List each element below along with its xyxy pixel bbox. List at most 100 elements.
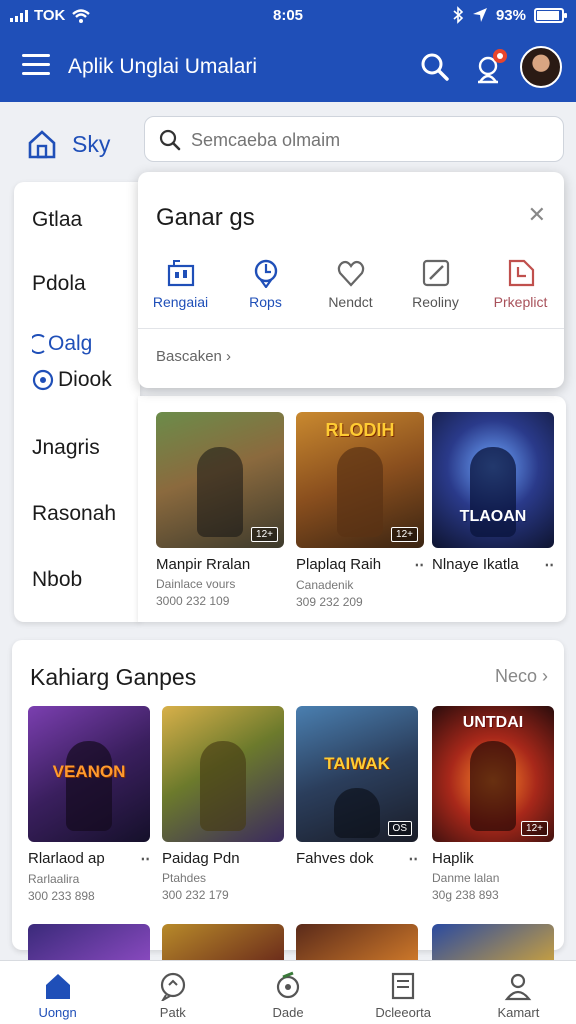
more-options-icon[interactable]: ⋅⋅: [140, 850, 150, 868]
game-meta: 3000 232 109: [156, 594, 230, 608]
app-title: Aplik Unglai Umalari: [68, 55, 258, 78]
notification-icon[interactable]: [474, 46, 510, 86]
tab-documents[interactable]: Dcleeorta: [346, 961, 461, 1024]
see-all-label: Neco: [494, 666, 537, 686]
tab-label: Uongn: [38, 1005, 77, 1020]
popup-more-label: Bascaken: [156, 348, 222, 365]
menu-icon[interactable]: [22, 54, 50, 78]
game-subtitle: Dainlace vours: [156, 577, 236, 591]
document-icon: [392, 972, 415, 1000]
game-card[interactable]: VEANON Rlarlaod ap ⋅⋅ Rarlaalira 300 233 …: [28, 706, 150, 903]
category-rengaiai[interactable]: Rengaiai: [138, 258, 223, 312]
game-thumbnail: TAIWAK OS: [296, 706, 418, 842]
battery-icon: [534, 7, 567, 23]
rating-badge: 12+: [391, 527, 418, 542]
game-thumbnail[interactable]: [432, 924, 554, 962]
nav-home[interactable]: Sky: [26, 128, 110, 160]
game-subtitle: Rarlaalira: [28, 872, 80, 886]
heart-icon: [337, 260, 364, 287]
game-title: Nlnaye Ikatla: [432, 556, 519, 573]
side-item-jnagris[interactable]: Jnagris: [32, 436, 100, 460]
game-meta: 309 232 209: [296, 595, 363, 609]
category-nendct[interactable]: Nendct: [308, 258, 393, 312]
category-prkeplict[interactable]: Prkeplict: [478, 258, 563, 312]
category-reoliny[interactable]: Reoliny: [393, 258, 478, 312]
tab-chat[interactable]: Patk: [115, 961, 230, 1024]
game-thumbnail: RLODIH 12+: [296, 412, 424, 548]
game-thumbnail[interactable]: [28, 924, 150, 962]
more-options-icon[interactable]: ⋅⋅: [414, 556, 424, 574]
game-subtitle: Danme lalan: [432, 871, 500, 885]
game-subtitle: Canadenik: [296, 578, 354, 592]
more-options-icon[interactable]: ⋅⋅: [408, 850, 418, 868]
search-input[interactable]: [191, 125, 551, 155]
status-bar: TOK 8:05 93%: [0, 0, 576, 32]
timer-icon: [32, 369, 54, 391]
close-icon[interactable]: ✕: [528, 202, 546, 228]
search-icon[interactable]: [420, 52, 450, 82]
home-icon: [28, 130, 56, 159]
game-card[interactable]: 12+ Manpir Rralan Dainlace vours 3000 23…: [156, 412, 284, 608]
popup-more-link[interactable]: Bascaken ›: [156, 348, 231, 365]
tab-sync[interactable]: Dade: [230, 961, 345, 1024]
home-icon: [45, 974, 70, 999]
location-pin-icon: [254, 259, 277, 288]
see-all-link[interactable]: Neco ›: [495, 666, 548, 687]
bottom-tab-bar: Uongn Patk Dade Dcleeorta Kamart: [0, 960, 576, 1024]
categories-popup: Ganar gs ✕ Rengaiai Rops Nendct Reoliny …: [138, 172, 564, 388]
game-meta: 300 233 898: [28, 889, 95, 903]
game-logo: TAIWAK: [324, 754, 390, 773]
edit-icon: [422, 259, 449, 287]
tab-label: Patk: [159, 1005, 186, 1020]
category-label: Reoliny: [412, 294, 459, 310]
side-item-label: Oalg: [48, 332, 93, 355]
nav-home-label: Sky: [72, 130, 111, 157]
category-label: Rengaiai: [152, 294, 209, 310]
game-title: Fahves dok: [296, 850, 374, 867]
game-thumbnail: 12+: [156, 412, 284, 548]
game-title: Rlarlaod ap: [28, 850, 105, 867]
game-logo: TLAOAN: [459, 508, 527, 525]
game-thumbnail[interactable]: [162, 924, 284, 962]
game-title: Manpir Rralan: [156, 556, 251, 573]
arc-icon: [32, 334, 45, 354]
game-card[interactable]: RLODIH 12+ Plaplaq Raih ⋅⋅ Canadenik 309 …: [296, 412, 424, 609]
search-icon: [159, 129, 181, 151]
side-item-pdola[interactable]: Pdola: [32, 272, 86, 296]
game-logo: VEANON: [52, 762, 126, 781]
tab-home[interactable]: Uongn: [0, 961, 115, 1024]
game-card[interactable]: Paidag Pdn Ptahdes 300 232 179: [162, 706, 284, 902]
more-options-icon[interactable]: ⋅⋅: [544, 556, 554, 574]
game-card[interactable]: TAIWAK OS Fahves dok ⋅⋅: [296, 706, 418, 868]
chevron-right-icon: ›: [226, 348, 232, 365]
location-icon: [472, 8, 487, 22]
rating-badge: 12+: [251, 527, 278, 542]
game-title: Plaplaq Raih: [296, 556, 382, 573]
game-card[interactable]: UNTDAI 12+ Haplik Danme lalan 30g 238 89…: [432, 706, 554, 902]
app-bar: Aplik Unglai Umalari: [0, 32, 576, 102]
side-item-rasonah[interactable]: Rasonah: [32, 502, 116, 526]
category-label: Prkeplict: [493, 294, 548, 310]
game-meta: 30g 238 893: [432, 888, 499, 902]
tab-label: Dcleeorta: [375, 1005, 432, 1020]
game-card[interactable]: TLAOAN Nlnaye Ikatla ⋅⋅: [432, 412, 554, 574]
category-rops[interactable]: Rops: [223, 258, 308, 312]
side-item-diook[interactable]: Diook: [32, 368, 112, 392]
game-logo: RLODIH: [325, 420, 395, 440]
search-bar[interactable]: [144, 116, 564, 162]
tab-label: Kamart: [497, 1005, 540, 1020]
game-logo: UNTDAI: [462, 714, 524, 731]
game-thumbnail[interactable]: [296, 924, 418, 962]
category-label: Rops: [249, 294, 282, 310]
side-item-oalg[interactable]: Oalg: [32, 332, 92, 356]
battery-percent: 93%: [495, 6, 526, 24]
bluetooth-icon: [453, 6, 464, 24]
divider: [138, 328, 564, 329]
game-thumbnail: [162, 706, 284, 842]
tab-profile[interactable]: Kamart: [461, 961, 576, 1024]
side-item-nbob[interactable]: Nbob: [32, 568, 82, 592]
section-title: Kahiarg Ganpes: [30, 664, 197, 690]
side-item-gtlaa[interactable]: Gtlaa: [32, 208, 82, 232]
rating-badge: OS: [387, 821, 412, 836]
avatar[interactable]: [520, 46, 562, 88]
